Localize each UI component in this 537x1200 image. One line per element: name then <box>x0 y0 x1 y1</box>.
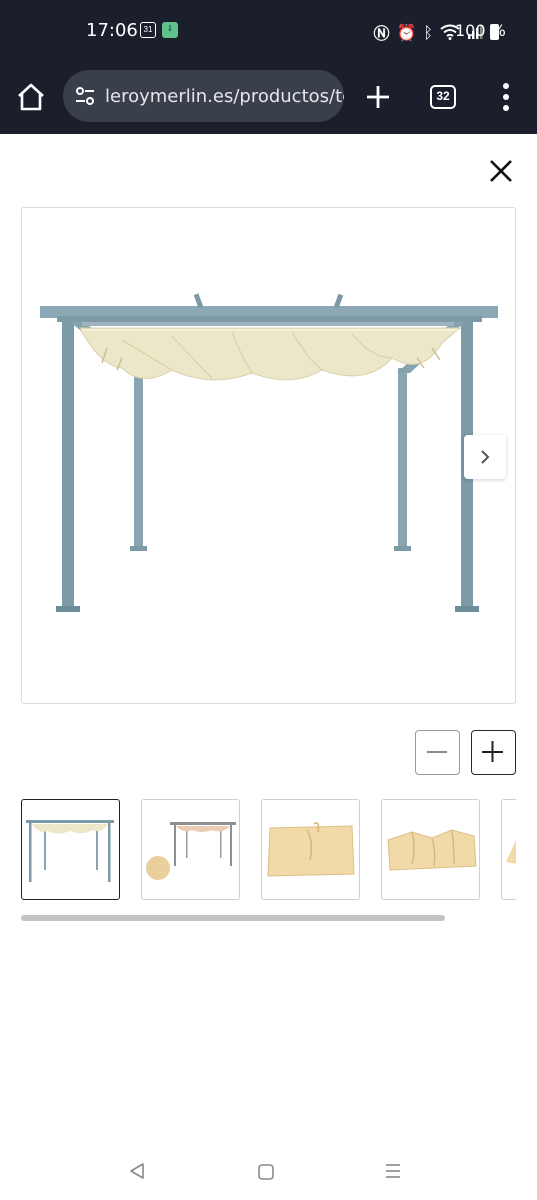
thumb-canopy-folded <box>267 822 355 877</box>
battery-text: 100 % <box>455 21 506 40</box>
chevron-right-icon <box>481 450 490 464</box>
browser-toolbar: leroymerlin.es/productos/tc 32 <box>0 62 537 134</box>
thumb-pergola-gray <box>146 822 236 880</box>
calendar-icon: 31 <box>140 22 156 38</box>
zoom-out-button[interactable] <box>415 730 460 775</box>
alarm-icon: ⏰ <box>396 22 417 42</box>
thumbnail-2[interactable] <box>141 799 240 900</box>
thumb-pergola-blue <box>26 820 114 882</box>
system-nav-bar <box>0 1140 537 1200</box>
url-text[interactable]: leroymerlin.es/productos/tc <box>105 86 344 107</box>
nfc-icon: Ⓝ <box>373 24 390 43</box>
thumbnail-1[interactable] <box>21 799 120 900</box>
thumbnail-4[interactable] <box>381 799 480 900</box>
tab-switcher-button[interactable]: 32 <box>430 85 456 109</box>
home-icon[interactable] <box>14 80 48 114</box>
close-icon[interactable] <box>487 157 515 185</box>
home-nav-icon[interactable] <box>257 1163 275 1181</box>
next-image-button[interactable] <box>464 435 506 479</box>
thumbnail-3[interactable] <box>261 799 360 900</box>
thumbnail-5[interactable] <box>501 799 516 900</box>
plus-zoom-icon <box>482 741 503 762</box>
minus-icon <box>427 751 447 753</box>
status-bar: 17:06 31 ⇩ Ⓝ ⏰ ᛒ 100 % <box>0 0 537 62</box>
plus-icon[interactable] <box>364 83 392 111</box>
thumbnail-scrollbar[interactable] <box>21 915 445 921</box>
thumb-canopy-partial <box>506 840 516 864</box>
bluetooth-icon: ᛒ <box>423 22 433 42</box>
more-vert-icon[interactable] <box>500 82 512 112</box>
back-icon[interactable] <box>127 1162 147 1180</box>
main-product-image[interactable] <box>21 207 516 704</box>
thumbnail-strip[interactable] <box>21 798 516 902</box>
calendar-badge: 31 <box>143 25 153 34</box>
address-bar[interactable]: leroymerlin.es/productos/tc <box>63 70 344 122</box>
zoom-in-button[interactable] <box>471 730 516 775</box>
pergola-image <box>40 293 498 612</box>
thumb-canopy-rolled <box>387 829 477 871</box>
download-icon: ⇩ <box>162 22 178 38</box>
site-settings-icon[interactable] <box>74 85 96 107</box>
status-time: 17:06 <box>86 20 138 41</box>
recents-icon[interactable] <box>384 1162 402 1180</box>
